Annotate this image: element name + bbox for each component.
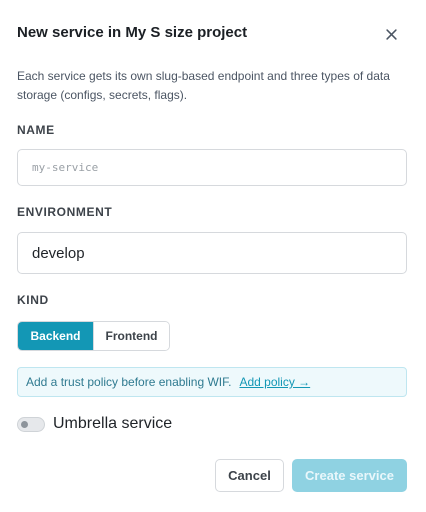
- umbrella-row: Umbrella service: [17, 415, 172, 433]
- name-placeholder: my-service: [32, 161, 99, 174]
- toggle-knob: [21, 420, 28, 428]
- notice-text: Add a trust policy before enabling WIF.: [26, 375, 232, 389]
- environment-label: ENVIRONMENT: [17, 205, 113, 219]
- add-policy-link[interactable]: Add policy →: [239, 375, 310, 389]
- wif-notice: Add a trust policy before enabling WIF. …: [17, 367, 407, 397]
- name-label: NAME: [17, 123, 55, 137]
- environment-field[interactable]: develop: [17, 232, 407, 274]
- umbrella-toggle[interactable]: [17, 416, 45, 432]
- new-service-dialog: New service in My S size project Each se…: [0, 0, 426, 512]
- close-button[interactable]: [381, 24, 401, 44]
- create-service-button[interactable]: Create service: [292, 459, 407, 492]
- kind-segmented-control: Backend Frontend: [17, 321, 170, 351]
- dialog-description: Each service gets its own slug-based end…: [17, 69, 390, 102]
- cancel-button[interactable]: Cancel: [215, 459, 284, 492]
- kind-option-backend[interactable]: Backend: [18, 322, 93, 350]
- dialog-title: New service in My S size project: [17, 24, 248, 41]
- kind-option-frontend[interactable]: Frontend: [93, 322, 169, 350]
- umbrella-label: Umbrella service: [53, 415, 173, 432]
- kind-label: KIND: [17, 293, 49, 307]
- close-icon: [385, 28, 397, 40]
- name-field[interactable]: my-service: [17, 149, 407, 186]
- environment-value: develop: [32, 244, 85, 262]
